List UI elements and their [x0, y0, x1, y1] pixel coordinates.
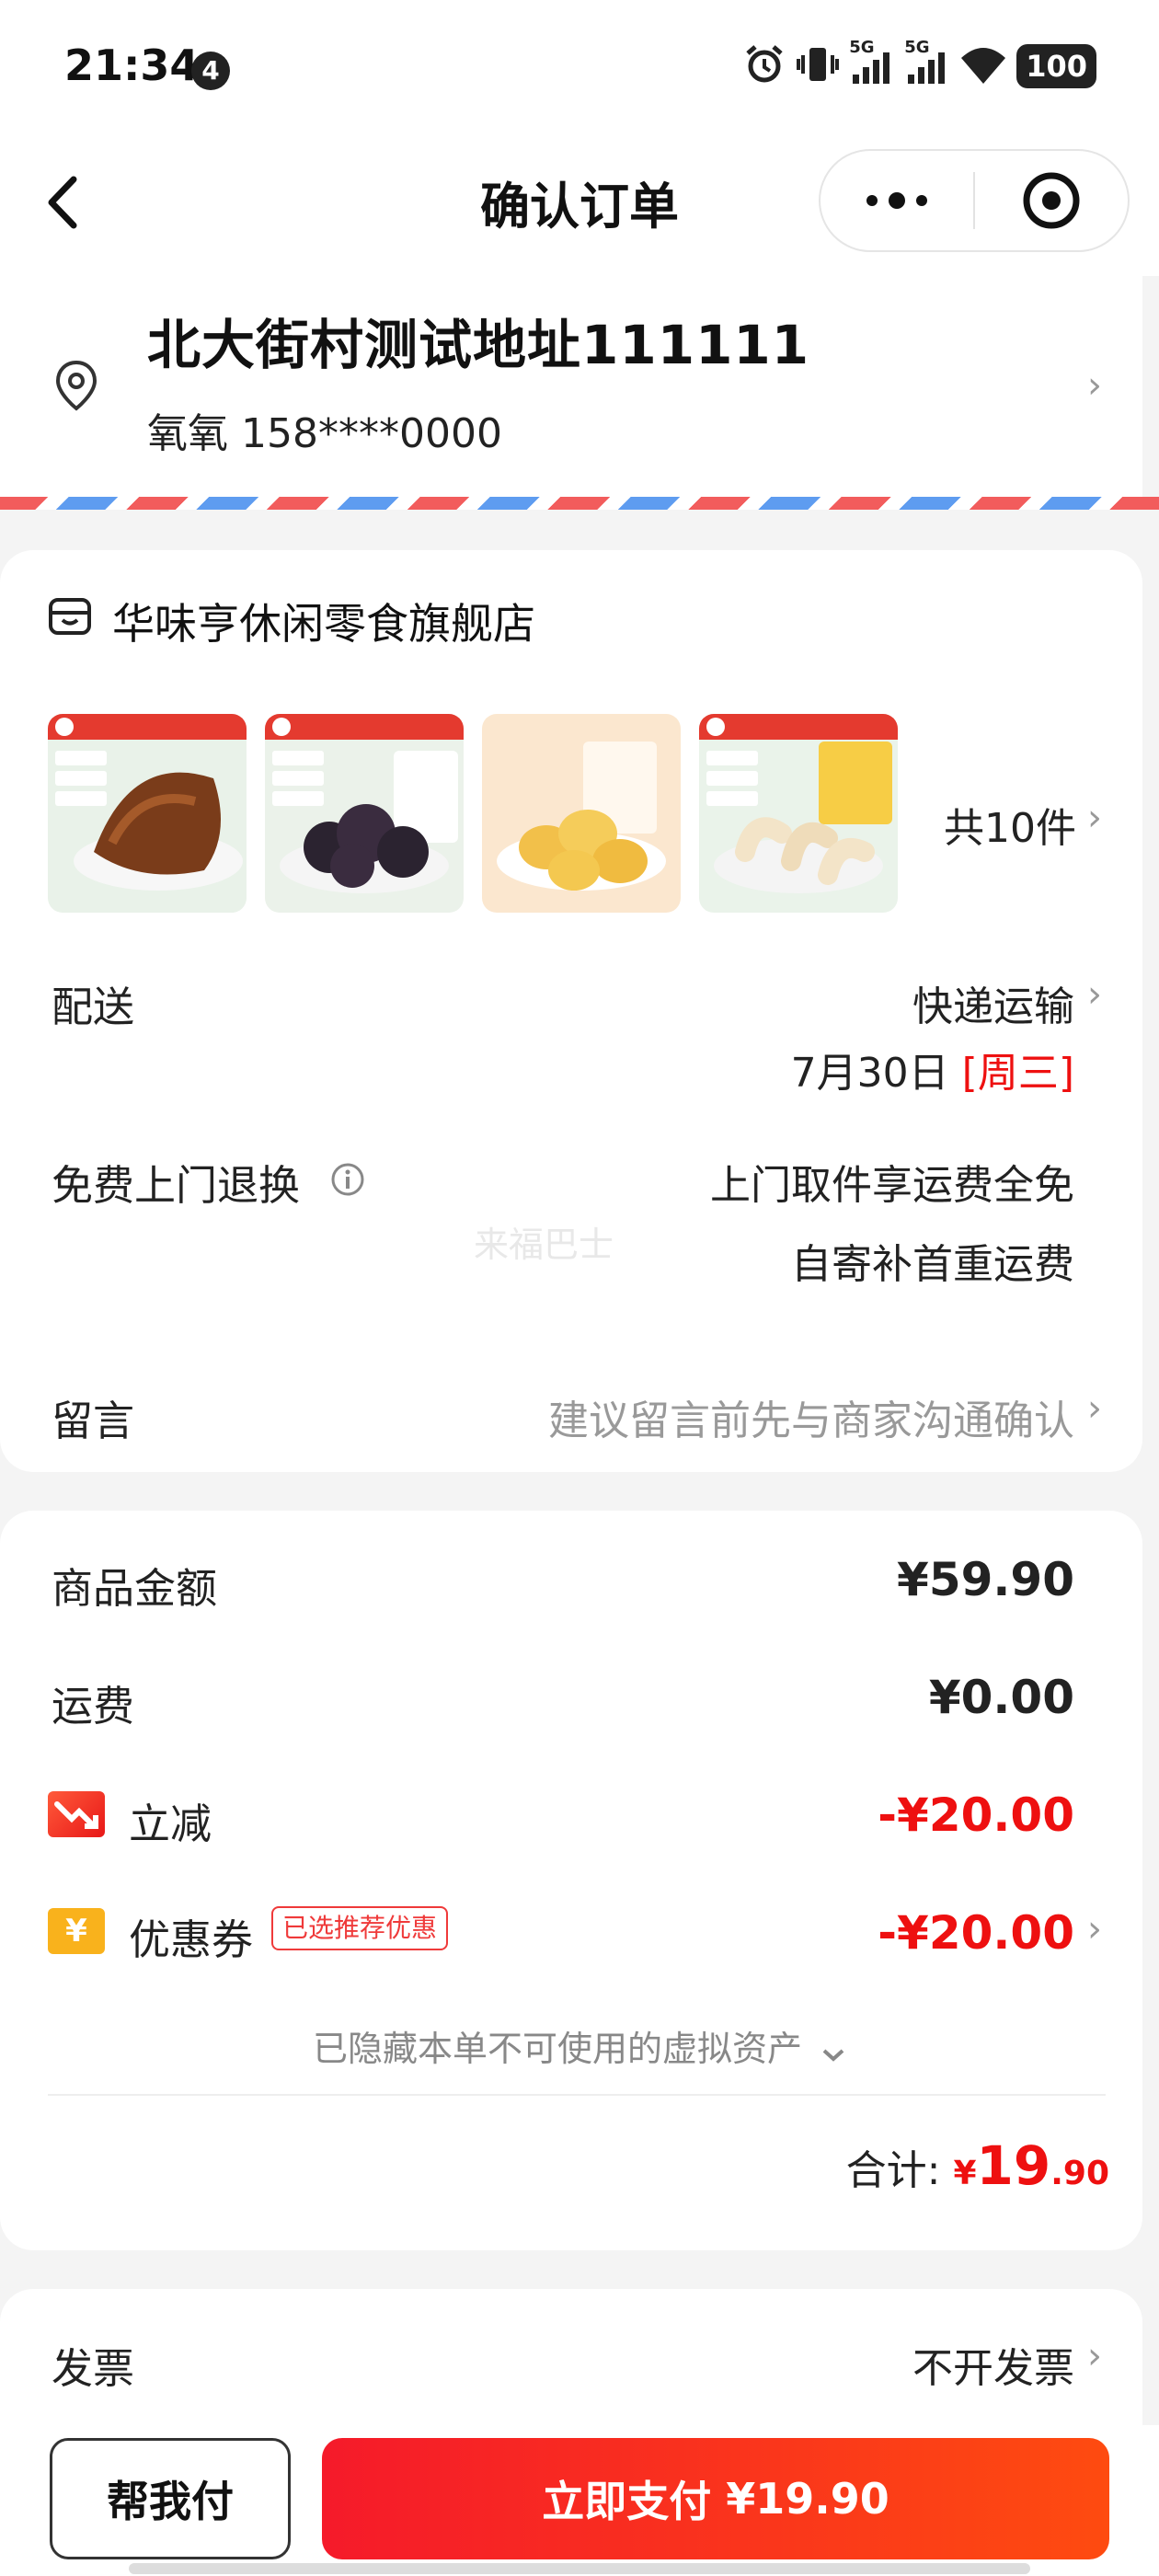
pay-now-button[interactable]: 立即支付 ¥19.90	[322, 2438, 1109, 2559]
discount-label: 立减	[129, 1800, 212, 1848]
signal-icon-2: 5G	[904, 38, 950, 91]
chevron-left-icon	[48, 176, 77, 229]
address-line: 北大街村测试地址111111	[147, 314, 810, 376]
hidden-assets-toggle[interactable]: 已隐藏本单不可使用的虚拟资产	[0, 2020, 1159, 2072]
message-input[interactable]: 建议留言前先与商家沟通确认	[548, 1387, 1074, 1446]
coupon-chevron-right-icon: ›	[1087, 1908, 1102, 1950]
total-integer: 19	[976, 2134, 1051, 2197]
total-row: 合计: ¥ 19 .90	[846, 2134, 1109, 2197]
coupon-value[interactable]: -¥20.00	[878, 1906, 1074, 1960]
vibrate-icon	[796, 42, 840, 90]
items-chevron-right-icon: ›	[1087, 797, 1102, 839]
network-type-label: 5G	[904, 38, 930, 57]
shipping-label: 运费	[52, 1682, 135, 1731]
discount-value: -¥20.00	[878, 1788, 1074, 1842]
discount-icon	[48, 1791, 105, 1837]
more-button[interactable]	[820, 192, 973, 209]
target-icon	[1023, 172, 1080, 229]
more-dot-icon	[916, 195, 927, 206]
goods-amount-value: ¥59.90	[897, 1553, 1074, 1606]
info-icon[interactable]	[329, 1161, 366, 1202]
total-decimal: .90	[1050, 2155, 1109, 2192]
back-button[interactable]	[37, 170, 92, 235]
total-label: 合计:	[845, 2147, 941, 2194]
shop-name[interactable]: 华味亨休闲零食旗舰店	[112, 591, 535, 651]
battery-indicator: 100	[1016, 44, 1096, 88]
more-dot-icon	[866, 195, 878, 206]
chevron-down-icon	[820, 2031, 846, 2072]
alarm-icon	[742, 42, 786, 90]
shipping-value: ¥0.00	[928, 1671, 1074, 1724]
price-divider	[48, 2094, 1106, 2096]
notification-count-badge: 4	[191, 52, 230, 90]
invoice-chevron-right-icon: ›	[1087, 2335, 1102, 2377]
watermark: 来福巴士	[474, 1225, 614, 1265]
product-thumbnail[interactable]	[48, 714, 247, 913]
status-time: 21:34	[64, 40, 200, 90]
shop-icon	[48, 596, 92, 640]
more-dot-icon	[889, 192, 905, 209]
goods-amount-label: 商品金额	[52, 1564, 218, 1613]
address-contact: 氧氧 158****0000	[147, 410, 502, 457]
network-type-label: 5G	[849, 38, 875, 57]
product-thumbnail[interactable]	[265, 714, 464, 913]
pay-now-label: 立即支付	[542, 2477, 712, 2526]
message-chevron-right-icon: ›	[1087, 1387, 1102, 1430]
status-icons: 5G 5G 100	[742, 38, 1096, 92]
help-me-pay-button[interactable]: 帮我付	[50, 2438, 291, 2559]
delivery-weekday: [周三]	[961, 1050, 1074, 1097]
delivery-label: 配送	[52, 983, 135, 1031]
invoice-label: 发票	[52, 2344, 135, 2393]
delivery-method[interactable]: 快递运输	[912, 973, 1074, 1032]
coupon-recommended-badge: 已选推荐优惠	[271, 1906, 449, 1950]
free-return-line1: 上门取件享运费全免	[710, 1162, 1074, 1209]
coupon-label[interactable]: 优惠券	[129, 1906, 253, 1966]
total-currency: ¥	[953, 2155, 977, 2192]
location-pin-icon	[53, 359, 99, 418]
delivery-date-row: 7月30日 [周三]	[791, 1040, 1074, 1098]
invoice-value[interactable]: 不开发票	[912, 2335, 1074, 2394]
delivery-chevron-right-icon: ›	[1087, 973, 1102, 1016]
coupon-icon: ¥	[48, 1908, 105, 1954]
home-indicator[interactable]	[129, 2563, 1030, 2574]
wifi-icon	[959, 43, 1007, 89]
item-count[interactable]: 共10件	[944, 795, 1076, 854]
product-thumbnail[interactable]	[482, 714, 681, 913]
signal-icon-1: 5G	[849, 38, 895, 91]
message-label: 留言	[52, 1397, 135, 1445]
product-thumbnail[interactable]	[699, 714, 898, 913]
free-return-label: 免费上门退换	[52, 1161, 301, 1210]
address-stripe-divider	[0, 497, 1159, 510]
close-mini-program-button[interactable]	[975, 171, 1128, 230]
hidden-assets-text: 已隐藏本单不可使用的虚拟资产	[312, 2029, 802, 2069]
delivery-date: 7月30日	[790, 1050, 949, 1097]
address-chevron-right-icon: ›	[1087, 364, 1102, 407]
mini-program-capsule	[819, 149, 1130, 252]
free-return-line2: 自寄补首重运费	[791, 1241, 1074, 1288]
pay-now-amount: ¥19.90	[726, 2474, 889, 2524]
